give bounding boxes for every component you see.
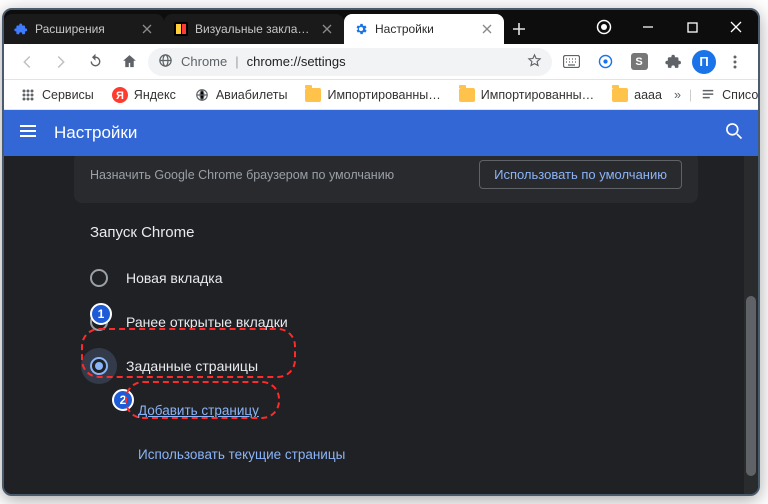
startup-options: Новая вкладка Ранее открытые вкладки Зад…	[90, 256, 688, 476]
bookmark-yandex[interactable]: Я Яндекс	[106, 84, 182, 106]
close-icon[interactable]	[322, 24, 334, 34]
vertical-scrollbar[interactable]	[744, 156, 758, 494]
bookmark-overflow-button[interactable]: »	[674, 88, 681, 102]
url-path: chrome://settings	[247, 54, 346, 69]
reading-list-label: Список для чтения	[722, 88, 760, 102]
tab-title: Настройки	[375, 22, 475, 36]
bookmark-star-icon[interactable]	[527, 53, 542, 71]
bookmark-label: Импортированны…	[327, 88, 440, 102]
settings-header: Настройки	[4, 110, 758, 156]
maximize-button[interactable]	[670, 10, 714, 44]
bookmark-label: aaaa	[634, 88, 662, 102]
default-browser-subtext: Назначить Google Chrome браузером по умо…	[90, 168, 394, 182]
folder-icon	[459, 87, 475, 103]
use-current-pages-link[interactable]: Использовать текущие страницы	[138, 447, 345, 462]
back-button[interactable]	[12, 47, 42, 77]
gear-icon	[354, 22, 368, 36]
reload-button[interactable]	[80, 47, 110, 77]
close-button[interactable]	[714, 10, 758, 44]
startup-section-title: Запуск Chrome	[90, 224, 194, 241]
settings-title: Настройки	[54, 123, 137, 143]
add-page-link-row: Добавить страницу	[90, 388, 688, 432]
title-bar: Расширения Визуальные закладки уд Наст	[4, 10, 758, 44]
extension-circle-icon[interactable]	[590, 47, 620, 77]
bookmark-folder-3[interactable]: aaaa	[606, 84, 668, 106]
reading-list-icon	[700, 87, 716, 103]
url-separator: |	[235, 54, 238, 69]
apps-icon	[20, 87, 36, 103]
keyboard-icon[interactable]	[556, 47, 586, 77]
extensions-puzzle-icon[interactable]	[658, 47, 688, 77]
address-bar[interactable]: Chrome | chrome://settings	[148, 48, 552, 76]
tab-title: Расширения	[35, 22, 135, 36]
extension-s-icon[interactable]: S	[624, 47, 654, 77]
tab-visual-bookmarks[interactable]: Визуальные закладки уд	[164, 14, 344, 44]
bookmark-folder-1[interactable]: Импортированны…	[299, 84, 446, 106]
yandex-icon: Я	[112, 87, 128, 103]
radio-unchecked-icon[interactable]	[90, 269, 108, 287]
forward-button[interactable]	[46, 47, 76, 77]
site-info-icon[interactable]	[158, 53, 173, 71]
svg-text:Я: Я	[116, 90, 124, 102]
bookmarks-bar: Сервисы Я Яндекс Авиабилеты Импортирован…	[4, 80, 758, 110]
option-label: Новая вкладка	[126, 270, 223, 286]
hamburger-icon[interactable]	[18, 121, 38, 146]
radio-unchecked-icon[interactable]	[90, 313, 108, 331]
option-label: Заданные страницы	[126, 358, 258, 374]
scrollbar-thumb[interactable]	[746, 296, 756, 476]
option-label: Ранее открытые вкладки	[126, 314, 288, 330]
yandex-vb-icon	[174, 22, 188, 36]
tab-extensions[interactable]: Расширения	[4, 14, 164, 44]
home-button[interactable]	[114, 47, 144, 77]
minimize-button[interactable]	[626, 10, 670, 44]
bookmark-label: Яндекс	[134, 88, 176, 102]
record-indicator[interactable]	[582, 10, 626, 44]
settings-content: Назначить Google Chrome браузером по умо…	[4, 156, 758, 494]
bookmark-apps[interactable]: Сервисы	[14, 84, 100, 106]
profile-avatar[interactable]: П	[692, 50, 716, 74]
startup-option-continue[interactable]: Ранее открытые вкладки	[90, 300, 688, 344]
add-page-link[interactable]: Добавить страницу	[138, 403, 259, 418]
tab-title: Визуальные закладки уд	[195, 22, 315, 36]
folder-icon	[305, 87, 321, 103]
puzzle-icon	[14, 22, 28, 36]
close-icon[interactable]	[142, 24, 154, 34]
tab-settings[interactable]: Настройки	[344, 14, 504, 44]
toolbar: Chrome | chrome://settings S П	[4, 44, 758, 80]
default-browser-card: Назначить Google Chrome браузером по умо…	[74, 156, 698, 203]
new-tab-button[interactable]	[504, 14, 534, 44]
menu-icon[interactable]	[720, 47, 750, 77]
bookmark-folder-2[interactable]: Импортированны…	[453, 84, 600, 106]
bookmark-label: Импортированны…	[481, 88, 594, 102]
radio-checked-icon[interactable]	[90, 357, 108, 375]
browser-window: Расширения Визуальные закладки уд Наст	[2, 8, 760, 496]
bookmark-label: Авиабилеты	[216, 88, 288, 102]
startup-option-newtab[interactable]: Новая вкладка	[90, 256, 688, 300]
window-controls	[582, 10, 758, 44]
make-default-button[interactable]: Использовать по умолчанию	[479, 160, 682, 189]
close-icon[interactable]	[482, 24, 494, 34]
tab-strip: Расширения Визуальные закладки уд Наст	[4, 10, 582, 44]
bookmark-label: Сервисы	[42, 88, 94, 102]
startup-option-specific[interactable]: Заданные страницы	[90, 344, 688, 388]
bookmark-flights[interactable]: Авиабилеты	[188, 84, 294, 106]
reading-list-button[interactable]: Список для чтения	[700, 87, 760, 103]
folder-icon	[612, 87, 628, 103]
url-host: Chrome	[181, 54, 227, 69]
search-icon[interactable]	[724, 121, 744, 146]
globe-icon	[194, 87, 210, 103]
use-current-link-row: Использовать текущие страницы	[90, 432, 688, 476]
